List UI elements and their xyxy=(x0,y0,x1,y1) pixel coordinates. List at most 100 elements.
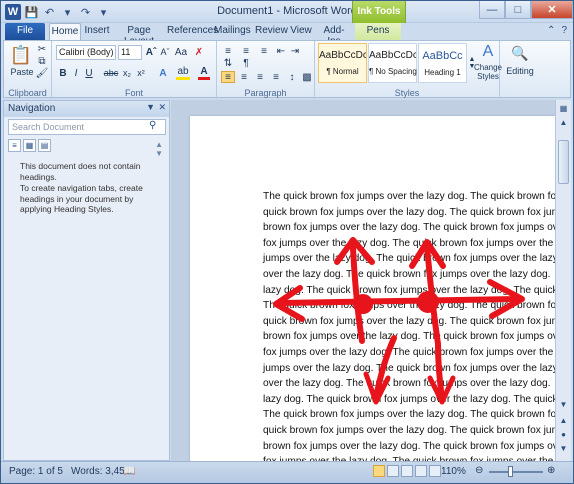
browse-results-icon[interactable]: ▤ xyxy=(38,139,51,152)
bullets-icon[interactable]: ≡ xyxy=(221,45,235,57)
zoom-slider-knob[interactable] xyxy=(508,466,513,477)
tab-insert[interactable]: Insert xyxy=(83,23,111,40)
paste-icon[interactable]: 📋 xyxy=(10,43,32,67)
word-count[interactable]: Words: 3,456 xyxy=(71,466,130,477)
clipboard-group-label: Clipboard xyxy=(8,88,47,98)
cut-icon[interactable]: ✂ xyxy=(36,44,48,55)
grow-font-icon[interactable]: Aˆ xyxy=(145,45,157,59)
page-count[interactable]: Page: 1 of 5 xyxy=(9,466,63,477)
italic-icon[interactable]: I xyxy=(71,66,81,80)
justify-icon[interactable]: ≡ xyxy=(269,71,283,83)
zoom-level[interactable]: 110% xyxy=(441,466,466,477)
tab-add-ins[interactable]: Add-Ins xyxy=(317,23,351,47)
document-page[interactable]: The quick brown fox jumps over the lazy … xyxy=(190,116,555,461)
maximize-button[interactable]: □ xyxy=(505,1,531,19)
web-layout-icon[interactable] xyxy=(401,465,413,477)
pane-options-icon[interactable]: ▼ xyxy=(146,102,155,112)
tab-view[interactable]: View xyxy=(289,23,313,40)
font-name-combo[interactable]: Calibri (Body) xyxy=(56,45,116,60)
ruler-toggle-icon[interactable]: ▦ xyxy=(557,102,570,115)
ribbon-right-controls: ⌃ ? xyxy=(547,25,567,36)
copy-icon[interactable]: ⧉ xyxy=(36,56,48,67)
no-headings-message: This document does not contain headings. xyxy=(20,161,141,182)
outline-view-icon[interactable] xyxy=(415,465,427,477)
change-styles-icon[interactable]: A xyxy=(476,43,500,61)
word-window: W 💾 ↶ ▾ ↷ ▾ Document1 - Microsoft Word I… xyxy=(0,0,574,484)
navigation-view-tabs: ≡ ▦ ▤ xyxy=(8,139,51,152)
show-marks-icon[interactable]: ¶ xyxy=(239,57,253,69)
style-normal[interactable]: AaBbCcDc ¶ Normal xyxy=(318,43,367,83)
change-case-icon[interactable]: Aa xyxy=(174,45,188,59)
tab-file[interactable]: File xyxy=(5,23,45,40)
tab-mailings[interactable]: Mailings xyxy=(214,23,251,40)
next-page-icon[interactable]: ▼ xyxy=(557,442,570,455)
align-center-icon[interactable]: ≡ xyxy=(237,71,251,83)
font-color-icon[interactable]: A xyxy=(198,66,210,80)
numbering-icon[interactable]: ≡ xyxy=(239,45,253,57)
font-size-combo[interactable]: 11 xyxy=(118,45,142,60)
decrease-indent-icon[interactable]: ⇤ xyxy=(275,45,287,57)
shading-icon[interactable]: ▩ xyxy=(301,71,313,83)
zoom-in-icon[interactable]: ⊕ xyxy=(547,465,555,476)
tab-review[interactable]: Review xyxy=(255,23,288,40)
close-button[interactable]: ✕ xyxy=(531,1,573,19)
help-icon[interactable]: ? xyxy=(561,25,567,36)
font-group: Calibri (Body) 11 Aˆ Aˇ Aa ✗ B I U abc x… xyxy=(52,41,217,99)
browse-pages-icon[interactable]: ▦ xyxy=(23,139,36,152)
draft-view-icon[interactable] xyxy=(429,465,441,477)
scroll-up-icon[interactable]: ▲ xyxy=(557,116,570,129)
change-styles-button[interactable]: Change Styles xyxy=(474,61,502,83)
select-browse-object-icon[interactable]: ● xyxy=(557,428,570,441)
tab-references[interactable]: References xyxy=(167,23,218,40)
previous-page-icon[interactable]: ▲ xyxy=(557,414,570,427)
document-area: The quick brown fox jumps over the lazy … xyxy=(171,100,555,461)
status-bar: Page: 1 of 5 Words: 3,456 📖 110% ⊖ ⊕ xyxy=(1,461,573,483)
close-pane-icon[interactable]: ✕ xyxy=(158,102,166,113)
style-heading-1[interactable]: AaBbCc Heading 1 xyxy=(418,43,467,83)
shrink-font-icon[interactable]: Aˇ xyxy=(159,45,171,59)
ribbon-tabs: File Home Insert Page Layout References … xyxy=(1,23,573,47)
sort-icon[interactable]: ⇅ xyxy=(221,57,235,69)
editing-group: 🔍 Editing xyxy=(500,41,540,99)
line-spacing-icon[interactable]: ↕ xyxy=(285,71,299,83)
clipboard-group: 📋 Paste ✂ ⧉ 🖌 Clipboard xyxy=(4,41,52,99)
tab-pens[interactable]: Pens xyxy=(355,23,401,40)
text-effects-icon[interactable]: A xyxy=(156,66,170,80)
previous-result-icon[interactable]: ▲ xyxy=(155,140,163,149)
next-result-icon[interactable]: ▼ xyxy=(155,149,163,158)
format-painter-icon[interactable]: 🖌 xyxy=(36,68,49,79)
proofing-icon[interactable]: 📖 xyxy=(123,466,135,477)
styles-group: AaBbCcDc ¶ Normal AaBbCcDc ¶ No Spacing … xyxy=(315,41,502,99)
browse-headings-icon[interactable]: ≡ xyxy=(8,139,21,152)
clear-formatting-icon[interactable]: ✗ xyxy=(192,45,206,59)
minimize-ribbon-icon[interactable]: ⌃ xyxy=(547,25,555,36)
ink-annotation xyxy=(273,237,525,405)
strikethrough-icon[interactable]: abc xyxy=(104,66,119,80)
search-document-input[interactable]: Search Document xyxy=(8,119,166,135)
paste-button[interactable]: Paste xyxy=(8,67,36,77)
tab-home[interactable]: Home xyxy=(49,23,81,40)
subscript-icon[interactable]: x₂ xyxy=(121,66,133,80)
editing-button[interactable]: Editing xyxy=(504,65,536,77)
zoom-out-icon[interactable]: ⊖ xyxy=(475,465,483,476)
print-layout-view-icon[interactable] xyxy=(373,465,385,477)
search-icon[interactable]: ⚲ xyxy=(149,120,156,131)
superscript-icon[interactable]: x² xyxy=(135,66,147,80)
scroll-down-icon[interactable]: ▼ xyxy=(557,398,570,411)
multilevel-list-icon[interactable]: ≡ xyxy=(257,45,271,57)
minimize-button[interactable]: — xyxy=(479,1,505,19)
align-right-icon[interactable]: ≡ xyxy=(253,71,267,83)
tab-page-layout[interactable]: Page Layout xyxy=(114,23,164,47)
underline-icon[interactable]: U xyxy=(84,66,94,80)
ribbon: 📋 Paste ✂ ⧉ 🖌 Clipboard Calibri (Body) 1… xyxy=(3,40,571,99)
zoom-slider[interactable] xyxy=(489,471,543,473)
scrollbar-thumb[interactable] xyxy=(558,140,569,184)
style-no-spacing[interactable]: AaBbCcDc ¶ No Spacing xyxy=(368,43,417,83)
vertical-scrollbar[interactable]: ▦ ▲ ▼ ▲ ● ▼ xyxy=(555,100,571,461)
highlight-color-icon[interactable]: ab xyxy=(176,66,190,80)
full-screen-reading-icon[interactable] xyxy=(387,465,399,477)
increase-indent-icon[interactable]: ⇥ xyxy=(289,45,301,57)
align-left-icon[interactable]: ≡ xyxy=(221,71,235,83)
find-binoculars-icon[interactable]: 🔍 xyxy=(510,43,530,63)
bold-icon[interactable]: B xyxy=(58,66,68,80)
